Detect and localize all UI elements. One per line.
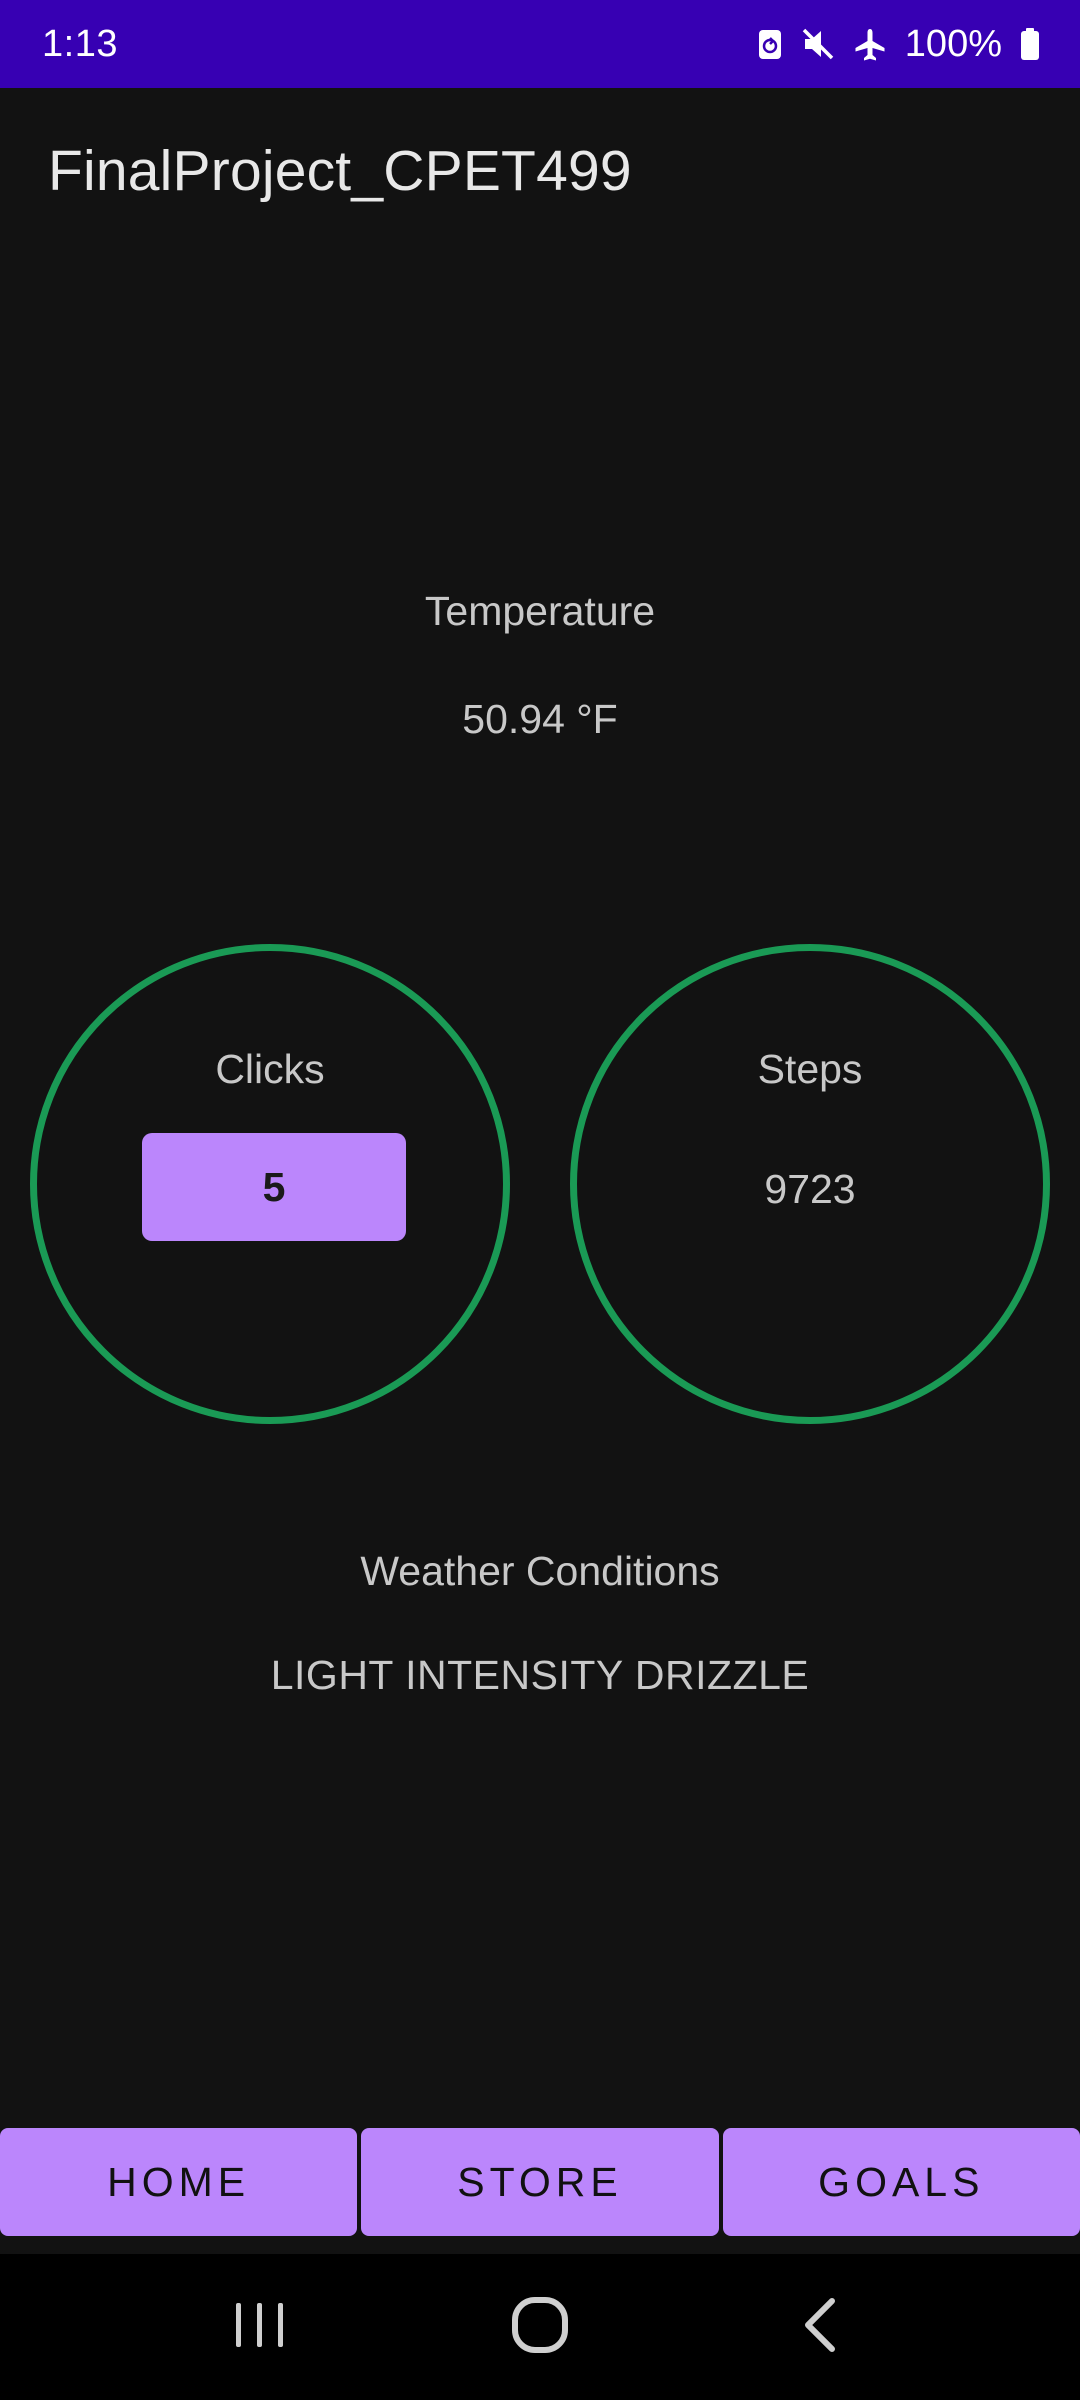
steps-label: Steps — [757, 1046, 863, 1092]
airplane-icon — [853, 27, 887, 61]
app-title: FinalProject_CPET499 — [48, 139, 632, 203]
goals-button[interactable]: GOALS — [722, 2128, 1080, 2236]
back-button[interactable] — [760, 2267, 880, 2387]
recent-apps-button[interactable] — [200, 2267, 320, 2387]
home-button[interactable]: HOME — [0, 2128, 358, 2236]
steps-value: 9723 — [764, 1166, 856, 1212]
status-bar: 1:13 100% — [0, 0, 1080, 88]
battery-icon — [1020, 27, 1040, 61]
status-time: 1:13 — [42, 22, 118, 65]
temperature-label: Temperature — [424, 588, 656, 634]
status-icons: 100% — [757, 23, 1040, 66]
weather-label: Weather Conditions — [360, 1548, 720, 1594]
clicks-label: Clicks — [215, 1046, 325, 1092]
home-icon — [510, 2295, 570, 2360]
recent-apps-icon — [232, 2299, 288, 2356]
bottom-nav: HOME STORE GOALS — [0, 2128, 1080, 2236]
temperature-value: 50.94 °F — [462, 696, 618, 742]
clicks-button[interactable]: 5 — [142, 1133, 406, 1241]
back-icon — [798, 2297, 842, 2358]
clicks-ring: Clicks 5 — [30, 944, 510, 1424]
system-nav-bar — [0, 2254, 1080, 2400]
home-nav-button[interactable] — [480, 2267, 600, 2387]
recycle-icon — [757, 27, 783, 61]
store-button[interactable]: STORE — [361, 2128, 719, 2236]
mute-icon — [801, 27, 835, 61]
weather-value: LIGHT INTENSITY DRIZZLE — [270, 1652, 810, 1698]
battery-percent: 100% — [904, 22, 1002, 65]
steps-ring: Steps 9723 — [570, 944, 1050, 1424]
